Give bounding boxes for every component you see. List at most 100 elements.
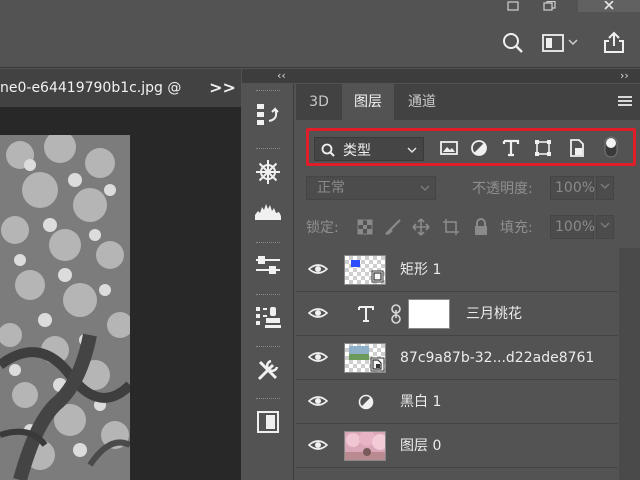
- dock-grip[interactable]: [256, 294, 280, 297]
- opacity-input[interactable]: 100%: [550, 176, 595, 200]
- blossom-photo: [0, 135, 130, 480]
- histogram-icon: [255, 204, 281, 220]
- chevron-down-icon: [600, 183, 610, 190]
- canvas-image: [0, 135, 130, 480]
- minimize-button[interactable]: [496, 0, 530, 12]
- layers-list: 矩形 1 三月桃花 87c9a87b-32...d22ade8761 黑白 1 …: [296, 248, 640, 480]
- sliders-icon: [256, 256, 280, 274]
- canvas-area[interactable]: [0, 107, 241, 480]
- photoshop-window: ne0-e64419790b1c.jpg @ >> ‹‹ ›› 3D 图层 通道…: [0, 0, 640, 480]
- eye-icon[interactable]: [308, 438, 328, 452]
- close-button[interactable]: [578, 0, 640, 12]
- dock-grip[interactable]: [256, 148, 280, 151]
- smart-object-filter-icon[interactable]: [568, 139, 586, 157]
- eye-icon[interactable]: [308, 394, 328, 408]
- shape-filter-icon[interactable]: [534, 139, 552, 157]
- chevron-down-icon: [600, 222, 610, 229]
- dock-grip[interactable]: [256, 346, 280, 349]
- layer-name: 87c9a87b-32...d22ade8761: [400, 350, 595, 366]
- layer-filter-row: 类型: [304, 128, 636, 166]
- collapse-panels-button[interactable]: ››: [620, 69, 629, 83]
- restore-button[interactable]: [532, 0, 566, 12]
- more-documents-button[interactable]: >>: [204, 69, 241, 107]
- document-tab-bar: ne0-e64419790b1c.jpg @ >>: [0, 69, 241, 107]
- lock-label: 锁定:: [306, 220, 339, 236]
- panel-menu-icon[interactable]: [618, 95, 632, 109]
- tool-presets-button[interactable]: [246, 352, 290, 388]
- shape-thumbnail-icon: [351, 260, 384, 283]
- fill-dropdown[interactable]: [596, 215, 614, 239]
- opacity-label: 不透明度:: [472, 181, 533, 197]
- collapse-tools-button[interactable]: ‹‹: [277, 69, 286, 83]
- tab-3d[interactable]: 3D: [300, 84, 338, 120]
- blend-mode-select[interactable]: 正常: [306, 176, 436, 200]
- fill-label: 填充:: [500, 220, 533, 236]
- filter-kind-select[interactable]: 类型: [314, 137, 424, 161]
- panel-dock-column: [242, 84, 294, 480]
- type-filter-icon[interactable]: [502, 139, 520, 157]
- layer-row[interactable]: 黑白 1: [296, 380, 618, 424]
- tools-icon: [257, 359, 279, 381]
- smart-object-thumbnail-icon: [349, 346, 385, 372]
- lock-artboard-icon[interactable]: [442, 218, 460, 236]
- properties-icon: [257, 411, 279, 433]
- tab-channels[interactable]: 通道: [396, 84, 448, 120]
- share-icon: [604, 31, 624, 53]
- adjustments-button[interactable]: [246, 248, 290, 284]
- search-icon: [321, 143, 335, 157]
- filter-toggle-icon[interactable]: [604, 136, 618, 158]
- restore-icon: [543, 1, 556, 11]
- helm-icon: [256, 160, 280, 184]
- dock-grip[interactable]: [256, 242, 280, 245]
- layer-name: 矩形 1: [400, 262, 442, 278]
- clone-source-button[interactable]: [246, 300, 290, 336]
- layer-row[interactable]: 矩形 1: [296, 248, 618, 292]
- layers-panel: 3D 图层 通道 类型 正常 不透明度: 100% 锁定: 填充: 100% 矩…: [296, 84, 640, 480]
- adjustment-filter-icon[interactable]: [470, 139, 488, 157]
- link-icon[interactable]: [390, 304, 402, 324]
- dock-grip[interactable]: [256, 398, 280, 401]
- dock-grip[interactable]: [256, 90, 280, 93]
- fill-input[interactable]: 100%: [550, 215, 595, 239]
- chevron-down-icon: [407, 147, 417, 154]
- chevron-down-icon: [420, 185, 430, 192]
- lock-pixels-icon[interactable]: [384, 218, 402, 236]
- lock-all-icon[interactable]: [472, 218, 490, 236]
- lock-row: 锁定: 填充: 100%: [304, 215, 638, 239]
- lock-transparent-icon[interactable]: [356, 218, 374, 236]
- layer-name: 黑白 1: [400, 394, 442, 410]
- pixel-filter-icon[interactable]: [440, 139, 458, 157]
- opacity-dropdown[interactable]: [596, 176, 614, 200]
- document-tab[interactable]: ne0-e64419790b1c.jpg @: [0, 69, 196, 107]
- layer-thumbnail: [344, 343, 386, 373]
- history-icon: [257, 104, 279, 125]
- share-button[interactable]: [602, 30, 626, 58]
- type-layer-icon: [358, 306, 374, 322]
- history-button[interactable]: [246, 96, 290, 132]
- search-icon: [503, 33, 523, 53]
- stamp-list-icon: [256, 307, 281, 328]
- close-icon: [604, 1, 614, 10]
- layer-row[interactable]: 三月桃花: [296, 292, 618, 336]
- layer-row[interactable]: 图层 0: [296, 424, 618, 468]
- eye-icon[interactable]: [308, 350, 328, 364]
- tab-layers[interactable]: 图层: [342, 84, 394, 120]
- filter-kind-label: 类型: [343, 143, 371, 159]
- layer-thumbnail: [344, 255, 386, 285]
- workspace-button[interactable]: [542, 34, 582, 56]
- search-button[interactable]: [502, 32, 524, 58]
- blend-row: 正常 不透明度: 100%: [304, 176, 638, 200]
- eye-icon[interactable]: [308, 306, 328, 320]
- histogram-button[interactable]: [246, 192, 290, 228]
- layer-mask-thumbnail: [408, 299, 450, 329]
- lock-position-icon[interactable]: [412, 218, 430, 236]
- photo-thumbnail-icon: [345, 432, 385, 460]
- eye-icon[interactable]: [308, 262, 328, 276]
- properties-button[interactable]: [246, 404, 290, 440]
- layer-thumbnail: [344, 431, 386, 461]
- options-bar: [0, 16, 640, 68]
- title-bar: [0, 0, 640, 16]
- navigator-button[interactable]: [246, 154, 290, 190]
- layers-scrollbar[interactable]: [619, 248, 640, 480]
- layer-row[interactable]: 87c9a87b-32...d22ade8761: [296, 336, 618, 380]
